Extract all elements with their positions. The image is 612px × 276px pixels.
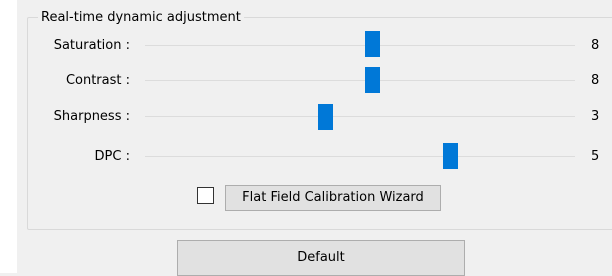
dpc-slider-track[interactable] (145, 156, 575, 157)
contrast-value: 8 (591, 73, 600, 88)
contrast-label: Contrast : (65, 73, 130, 88)
saturation-slider-thumb[interactable] (365, 31, 381, 57)
default-button[interactable]: Default (177, 240, 465, 276)
contrast-slider-thumb[interactable] (365, 67, 381, 93)
sharpness-value: 3 (591, 109, 600, 124)
dpc-slider-thumb[interactable] (442, 143, 458, 169)
left-edge-panel (0, 0, 17, 273)
saturation-value: 8 (591, 38, 600, 53)
sharpness-label: Sharpness : (53, 109, 130, 124)
sharpness-slider-track[interactable] (145, 116, 575, 117)
flat-field-checkbox[interactable] (197, 187, 214, 204)
dpc-value: 5 (591, 149, 600, 164)
saturation-label: Saturation : (53, 38, 130, 53)
contrast-slider-track[interactable] (145, 80, 575, 81)
dpc-label: DPC : (94, 149, 130, 164)
saturation-slider-track[interactable] (145, 45, 575, 46)
group-title: Real-time dynamic adjustment (38, 9, 244, 27)
sharpness-slider-thumb[interactable] (318, 104, 334, 130)
flat-field-calibration-wizard-button[interactable]: Flat Field Calibration Wizard (225, 185, 441, 211)
